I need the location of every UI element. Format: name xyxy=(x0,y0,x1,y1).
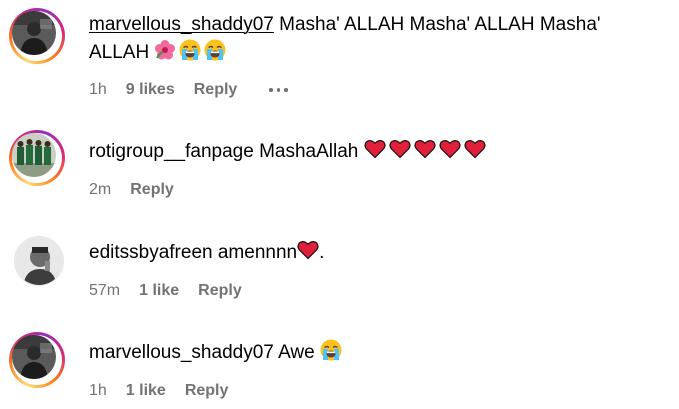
heart-icon xyxy=(414,139,436,159)
comment-text: marvellous_shaddy07 Awe xyxy=(89,339,664,367)
likes-count[interactable]: 1 like xyxy=(139,282,179,300)
comment-body: MashaAllah xyxy=(253,141,364,162)
comment-trailing: . xyxy=(319,242,325,263)
comment-meta: 2m Reply xyxy=(89,179,174,201)
comment-text: editssbyafreen amennnn. xyxy=(89,239,664,267)
reply-button[interactable]: Reply xyxy=(194,81,238,99)
comment-time: 57m xyxy=(89,282,121,299)
reply-button[interactable]: Reply xyxy=(198,282,242,300)
avatar[interactable] xyxy=(14,236,64,286)
heart-icon xyxy=(464,139,486,159)
comment-username[interactable]: editssbyafreen xyxy=(89,242,213,263)
avatar-photo-icon xyxy=(12,11,56,55)
comment-text: rotigroup__fanpage MashaAllah xyxy=(89,138,664,166)
comment-meta: 57m 1 like Reply xyxy=(89,280,242,302)
loudly-crying-face-icon xyxy=(320,339,342,361)
comment-text: marvellous_shaddy07 Masha' ALLAH Masha' … xyxy=(89,11,664,67)
likes-count[interactable]: 1 like xyxy=(126,382,166,400)
avatar[interactable] xyxy=(9,130,65,186)
comment-meta: 1h 9 likes Reply xyxy=(89,79,288,101)
more-options-icon[interactable] xyxy=(269,88,288,92)
avatar-photo-icon xyxy=(15,237,63,285)
comment-username[interactable]: rotigroup__fanpage xyxy=(89,141,254,162)
comment-body: amennnn xyxy=(212,242,298,263)
comment-body: Awe xyxy=(273,342,320,363)
heart-icon xyxy=(439,139,461,159)
hibiscus-icon xyxy=(155,40,176,60)
heart-icon xyxy=(389,139,411,159)
loudly-crying-face-icon xyxy=(204,39,226,61)
comment-time: 1h xyxy=(89,81,107,98)
heart-icon xyxy=(297,240,319,260)
avatar-photo-icon xyxy=(12,133,56,177)
comment-username[interactable]: marvellous_shaddy07 xyxy=(89,14,274,35)
reply-button[interactable]: Reply xyxy=(130,181,174,199)
loudly-crying-face-icon xyxy=(179,39,201,61)
comment-username[interactable]: marvellous_shaddy07 xyxy=(89,342,274,363)
avatar-photo-icon xyxy=(12,335,56,379)
likes-count[interactable]: 9 likes xyxy=(126,81,175,99)
avatar[interactable] xyxy=(9,8,65,64)
heart-icon xyxy=(364,139,386,159)
comment-body: Masha' ALLAH Masha' ALLAH Masha' xyxy=(273,14,601,35)
comment-meta: 1h 1 like Reply xyxy=(89,380,228,402)
comment-body-line2: ALLAH xyxy=(89,42,155,63)
reply-button[interactable]: Reply xyxy=(185,382,229,400)
comment-time: 1h xyxy=(89,382,107,399)
avatar[interactable] xyxy=(9,332,65,388)
comment-time: 2m xyxy=(89,181,112,198)
